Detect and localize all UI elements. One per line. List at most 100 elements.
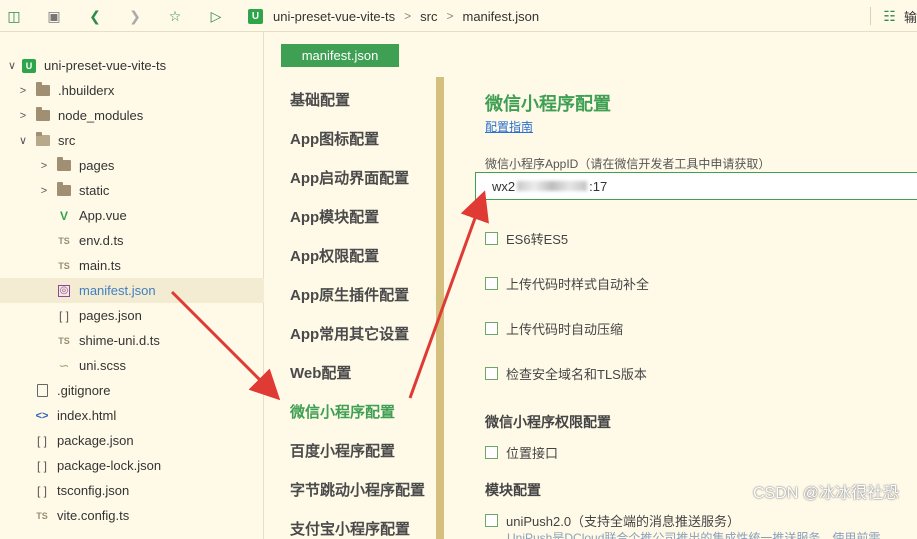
nav-baidu-mp-config[interactable]: 百度小程序配置 — [290, 440, 395, 461]
option-minify[interactable]: 上传代码时自动压缩 — [485, 319, 623, 338]
tree-item-shime-uni-d-ts[interactable]: TS shime-uni.d.ts — [0, 328, 264, 353]
checkbox[interactable] — [485, 277, 498, 290]
folder-icon — [36, 107, 50, 121]
project-logo-icon: U — [248, 8, 263, 24]
vue-file-icon: V — [59, 208, 68, 223]
checkbox[interactable] — [485, 367, 498, 380]
new-file-icon[interactable]: ◫ — [6, 8, 22, 24]
watermark: CSDN @冰冰很社恐 — [752, 485, 899, 502]
tree-item-label: tsconfig.json — [57, 483, 130, 498]
tree-item-app-vue[interactable]: V App.vue — [0, 203, 264, 228]
tree-item-label: uni.scss — [79, 358, 126, 373]
tree-item-env-d-ts[interactable]: TS env.d.ts — [0, 228, 264, 253]
json-file-icon: [ ] — [58, 308, 69, 323]
tree-item-label: src — [58, 133, 76, 148]
tree-item-static[interactable]: > static — [0, 178, 264, 203]
tree-item-label: node_modules — [58, 108, 144, 123]
tree-item-pages-folder[interactable]: > pages — [0, 153, 264, 178]
project-explorer: ∨ U uni-preset-vue-vite-ts > .hbuilderx … — [0, 32, 264, 539]
option-style-autoprefix[interactable]: 上传代码时样式自动补全 — [485, 274, 649, 293]
tree-item-label: static — [79, 183, 110, 198]
section-title: 微信小程序配置 — [485, 94, 611, 114]
nav-toutiao-mp-config[interactable]: 字节跳动小程序配置 — [290, 479, 425, 500]
nav-app-native-plugin-config[interactable]: App原生插件配置 — [290, 284, 409, 305]
json-file-icon: [ ] — [36, 458, 47, 473]
tree-item-src[interactable]: ∨ src — [0, 128, 264, 153]
run-icon[interactable]: ▷ — [208, 8, 224, 24]
scroll-divider — [436, 77, 444, 539]
manifest-editor: manifest.json 基础配置 App图标配置 App启动界面配置 App… — [265, 32, 917, 539]
nav-alipay-mp-config[interactable]: 支付宝小程序配置 — [290, 518, 410, 539]
nav-app-icon-config[interactable]: App图标配置 — [290, 128, 379, 149]
tree-item-label: pages.json — [79, 308, 142, 323]
tree-item-hbuilderx[interactable]: > .hbuilderx — [0, 78, 264, 103]
chevron-right-icon: > — [404, 9, 412, 23]
breadcrumb-folder[interactable]: src — [420, 9, 437, 24]
chevron-right-icon: > — [40, 159, 48, 172]
back-arrow-icon[interactable]: ❮ — [87, 8, 103, 24]
nav-app-module-config[interactable]: App模块配置 — [290, 206, 379, 227]
appid-input[interactable]: wx2 :17 — [475, 172, 917, 200]
tree-item-label: main.ts — [79, 258, 121, 273]
chevron-right-icon: > — [19, 84, 27, 97]
checkbox[interactable] — [485, 232, 498, 245]
permissions-heading: 微信小程序权限配置 — [485, 414, 611, 430]
nav-app-splash-config[interactable]: App启动界面配置 — [290, 167, 409, 188]
tree-item-vite-config-ts[interactable]: TS vite.config.ts — [0, 503, 264, 528]
tree-item-gitignore[interactable]: .gitignore — [0, 378, 264, 403]
appid-suffix: :17 — [589, 178, 608, 194]
option-check-domain-tls[interactable]: 检查安全域名和TLS版本 — [485, 364, 647, 383]
redacted-blur — [517, 181, 588, 191]
tree-item-pages-json[interactable]: [ ] pages.json — [0, 303, 264, 328]
option-es6-to-es5[interactable]: ES6转ES5 — [485, 229, 568, 248]
preview-icon[interactable]: ☷ — [883, 8, 896, 25]
nav-app-permission-config[interactable]: App权限配置 — [290, 245, 379, 266]
config-panel: 微信小程序配置 配置指南 微信小程序AppID（请在微信开发者工具中申请获取） … — [475, 32, 917, 539]
guide-link[interactable]: 配置指南 — [485, 118, 533, 135]
tree-item-tsconfig-json[interactable]: [ ] tsconfig.json — [0, 478, 264, 503]
tree-item-label: package.json — [57, 433, 134, 448]
permission-location[interactable]: 位置接口 — [485, 443, 558, 462]
chevron-right-icon: > — [446, 9, 454, 23]
tree-item-label: shime-uni.d.ts — [79, 333, 160, 348]
input-label[interactable]: 输 — [904, 7, 917, 26]
ts-file-icon: TS — [58, 260, 70, 271]
appid-prefix: wx2 — [492, 178, 516, 194]
folder-icon — [57, 157, 71, 171]
chevron-right-icon: > — [40, 184, 48, 197]
breadcrumb-file[interactable]: manifest.json — [462, 9, 539, 24]
star-icon[interactable]: ☆ — [167, 8, 183, 24]
nav-weixin-mp-config[interactable]: 微信小程序配置 — [290, 401, 395, 422]
nav-basic-config[interactable]: 基础配置 — [290, 89, 350, 110]
module-unipush[interactable]: uniPush2.0（支持全端的消息推送服务） — [485, 511, 740, 530]
tree-item-package-json[interactable]: [ ] package.json — [0, 428, 264, 453]
tree-item-label: vite.config.ts — [57, 508, 130, 523]
ts-file-icon: TS — [36, 510, 48, 521]
nav-web-config[interactable]: Web配置 — [290, 362, 351, 383]
option-label: 上传代码时自动压缩 — [506, 322, 624, 337]
tree-item-label: package-lock.json — [57, 458, 162, 473]
forward-arrow-icon[interactable]: ❯ — [127, 8, 143, 24]
tab-manifest-json[interactable]: manifest.json — [281, 44, 399, 67]
tree-item-uni-scss[interactable]: ∽ uni.scss — [0, 353, 264, 378]
tree-item-project-root[interactable]: ∨ U uni-preset-vue-vite-ts — [0, 53, 264, 78]
nav-app-other-settings[interactable]: App常用其它设置 — [290, 323, 409, 344]
tree-item-manifest-json[interactable]: ◎ manifest.json — [0, 278, 264, 303]
checkbox[interactable] — [485, 322, 498, 335]
ts-file-icon: TS — [58, 335, 70, 346]
checkbox[interactable] — [485, 514, 498, 527]
breadcrumb-project[interactable]: uni-preset-vue-vite-ts — [273, 9, 395, 24]
option-label: 上传代码时样式自动补全 — [506, 277, 650, 292]
save-icon[interactable]: ▣ — [46, 8, 62, 24]
tree-item-node-modules[interactable]: > node_modules — [0, 103, 264, 128]
folder-open-icon — [36, 132, 50, 146]
checkbox[interactable] — [485, 446, 498, 459]
appid-label: 微信小程序AppID（请在微信开发者工具中申请获取） — [485, 157, 771, 171]
divider — [870, 7, 872, 25]
tree-item-label: env.d.ts — [79, 233, 124, 248]
tree-item-main-ts[interactable]: TS main.ts — [0, 253, 264, 278]
toolbar-right: ☷ 输 — [870, 0, 917, 32]
tree-item-index-html[interactable]: <> index.html — [0, 403, 264, 428]
html-file-icon: <> — [35, 409, 49, 422]
tree-item-package-lock-json[interactable]: [ ] package-lock.json — [0, 453, 264, 478]
